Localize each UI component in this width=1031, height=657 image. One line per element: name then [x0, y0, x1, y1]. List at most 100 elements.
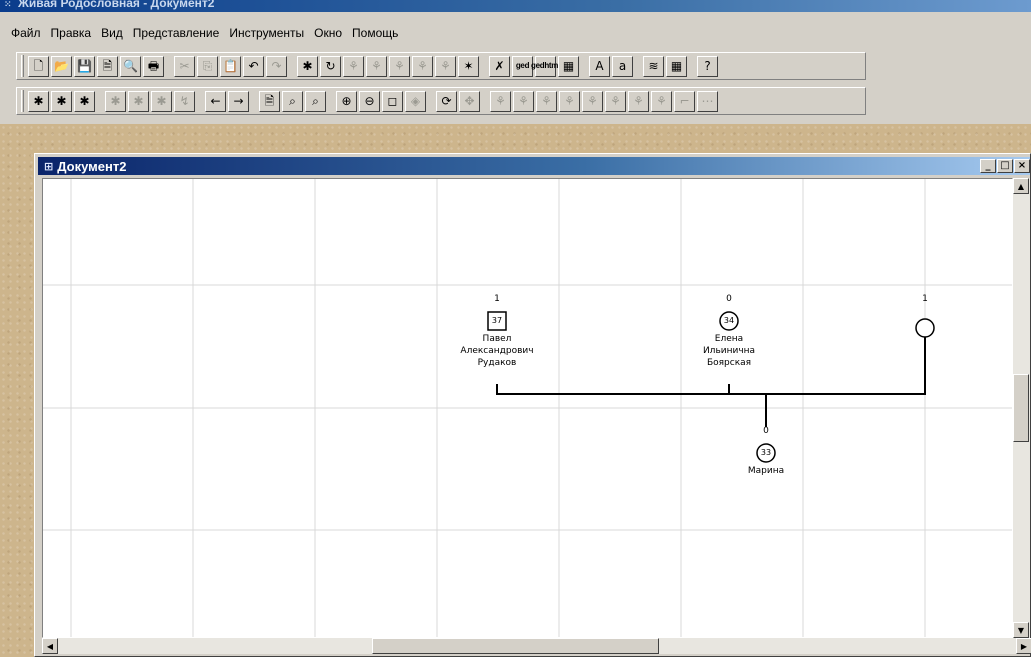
font-smaller-icon[interactable]: a — [612, 55, 633, 77]
toolbar-grip[interactable] — [21, 90, 24, 112]
person-name[interactable]: Марина — [726, 465, 806, 477]
person-surname: Боярская — [706, 358, 752, 368]
redo-icon[interactable]: ↷ — [266, 55, 287, 77]
add-parent-icon[interactable]: ✱ — [28, 90, 49, 112]
person-first-name: Павел — [482, 334, 512, 344]
tree-icon-4[interactable]: ⚘ — [412, 55, 433, 77]
tree-diagram — [43, 179, 1012, 637]
layout-icon-2[interactable]: ⚘ — [513, 90, 534, 112]
vertical-scrollbar[interactable]: ▲ ▼ — [1013, 178, 1030, 638]
wizard-icon[interactable]: ✶ — [458, 55, 479, 77]
open-icon[interactable]: 📂 — [51, 55, 72, 77]
copy-icon[interactable]: ⎘ — [197, 55, 218, 77]
grid — [43, 179, 1012, 637]
app-title: Живая Родословная - Документ2 — [18, 0, 215, 10]
link-spouse-icon[interactable]: ↯ — [174, 90, 195, 112]
link-sibling-icon[interactable]: ✱ — [128, 90, 149, 112]
tree-icon-5[interactable]: ⚘ — [435, 55, 456, 77]
forward-icon[interactable]: → — [228, 90, 249, 112]
layout-icon-8[interactable]: ⚘ — [651, 90, 672, 112]
zoom-in-icon[interactable]: ⊕ — [336, 90, 357, 112]
document-window: ⊞ Документ2 _ □ × 1 37 Павел Александров… — [34, 153, 1031, 657]
person-children-count: 0 — [726, 294, 732, 304]
layers-icon[interactable]: ≋ — [643, 55, 664, 77]
app-title-bar: ⁙ Живая Родословная - Документ2 — [0, 0, 1031, 12]
close-button[interactable]: × — [1014, 159, 1030, 173]
menu-window[interactable]: Окно — [309, 26, 347, 40]
menu-bar: Файл Правка Вид Представление Инструмент… — [0, 22, 1031, 44]
person-children-count: 1 — [922, 294, 928, 304]
minimize-button[interactable]: _ — [980, 159, 996, 173]
menu-view[interactable]: Вид — [96, 26, 128, 40]
cut-icon[interactable]: ✂ — [174, 55, 195, 77]
layout-icon-4[interactable]: ⚘ — [559, 90, 580, 112]
horizontal-scroll-thumb[interactable] — [372, 638, 659, 654]
link-parent-icon[interactable]: ✱ — [105, 90, 126, 112]
add-child-icon[interactable]: ✱ — [74, 90, 95, 112]
new-icon[interactable]: 🗋 — [28, 55, 49, 77]
tree-icon-1[interactable]: ⚘ — [343, 55, 364, 77]
person-number: 37 — [491, 316, 503, 325]
center-icon[interactable]: ✥ — [459, 90, 480, 112]
document-title: Документ2 — [57, 158, 127, 174]
add-relation-icon[interactable]: ↻ — [320, 55, 341, 77]
zoom-page-icon[interactable]: ◈ — [405, 90, 426, 112]
paste-icon[interactable]: 📋 — [220, 55, 241, 77]
person-number: 34 — [723, 316, 735, 325]
horizontal-scrollbar[interactable]: ◀ ▶ — [42, 638, 1031, 654]
layout-icon-1[interactable]: ⚘ — [490, 90, 511, 112]
menu-representation[interactable]: Представление — [128, 26, 225, 40]
find-icon[interactable]: ⌕ — [282, 90, 303, 112]
page-icon[interactable]: 🗎 — [97, 55, 118, 77]
layout-icon-7[interactable]: ⚘ — [628, 90, 649, 112]
menu-file[interactable]: Файл — [6, 26, 46, 40]
find-next-icon[interactable]: ⌕ — [305, 90, 326, 112]
menu-tools[interactable]: Инструменты — [224, 26, 309, 40]
grid-icon[interactable]: ▦ — [666, 55, 687, 77]
person-number: 33 — [760, 448, 772, 457]
menu-edit[interactable]: Правка — [46, 26, 97, 40]
vertical-scroll-thumb[interactable] — [1013, 374, 1029, 442]
font-larger-icon[interactable]: A — [589, 55, 610, 77]
chart-icon[interactable]: ▦ — [558, 55, 579, 77]
tree-canvas[interactable]: 1 37 Павел Александрович Рудаков 0 34 Ел… — [42, 178, 1013, 638]
layout-icon-10[interactable]: ⋯ — [697, 90, 718, 112]
tools-icon[interactable]: ✗ — [489, 55, 510, 77]
person-name[interactable]: Елена Ильинична Боярская — [675, 333, 783, 369]
scroll-down-icon[interactable]: ▼ — [1013, 622, 1029, 638]
scroll-right-icon[interactable]: ▶ — [1016, 638, 1031, 654]
person-name[interactable]: Павел Александрович Рудаков — [443, 333, 551, 369]
person-children-count: 1 — [494, 294, 500, 304]
maximize-button[interactable]: □ — [997, 159, 1013, 173]
scroll-up-icon[interactable]: ▲ — [1013, 178, 1029, 194]
layout-icon-9[interactable]: ⌐ — [674, 90, 695, 112]
scroll-left-icon[interactable]: ◀ — [42, 638, 58, 654]
ged-export-icon[interactable]: ged — [512, 55, 533, 77]
add-person-icon[interactable]: ✱ — [297, 55, 318, 77]
layout-icon-6[interactable]: ⚘ — [605, 90, 626, 112]
ged-html-icon[interactable]: gedhtml — [531, 55, 560, 77]
layout-icon-5[interactable]: ⚘ — [582, 90, 603, 112]
layout-icon-3[interactable]: ⚘ — [536, 90, 557, 112]
preview-icon[interactable]: 🔍 — [120, 55, 141, 77]
main-toolbar: 🗋 📂 💾 🗎 🔍 🖶 ✂ ⎘ 📋 ↶ ↷ ✱ ↻ ⚘ ⚘ ⚘ ⚘ ⚘ ✶ ✗ ged gedhtml ▦ Aa ≋ ▦? — [16, 52, 866, 80]
person-female-icon[interactable] — [915, 318, 935, 338]
print-icon[interactable]: 🖶 — [143, 55, 164, 77]
save-icon[interactable]: 💾 — [74, 55, 95, 77]
undo-icon[interactable]: ↶ — [243, 55, 264, 77]
toolbar-grip[interactable] — [21, 55, 24, 77]
link-child-icon[interactable]: ✱ — [151, 90, 172, 112]
refresh-icon[interactable]: ⟳ — [436, 90, 457, 112]
menu-help[interactable]: Помощь — [347, 26, 403, 40]
tree-icon-2[interactable]: ⚘ — [366, 55, 387, 77]
card-icon[interactable]: 🗎 — [259, 90, 280, 112]
add-sibling-icon[interactable]: ✱ — [51, 90, 72, 112]
person-first-name: Марина — [747, 466, 785, 476]
document-icon: ⊞ — [44, 159, 54, 173]
help-icon[interactable]: ? — [697, 55, 718, 77]
document-title-bar[interactable]: ⊞ Документ2 _ □ × — [38, 157, 1030, 175]
zoom-fit-icon[interactable]: ◻ — [382, 90, 403, 112]
zoom-out-icon[interactable]: ⊖ — [359, 90, 380, 112]
back-icon[interactable]: ← — [205, 90, 226, 112]
tree-icon-3[interactable]: ⚘ — [389, 55, 410, 77]
